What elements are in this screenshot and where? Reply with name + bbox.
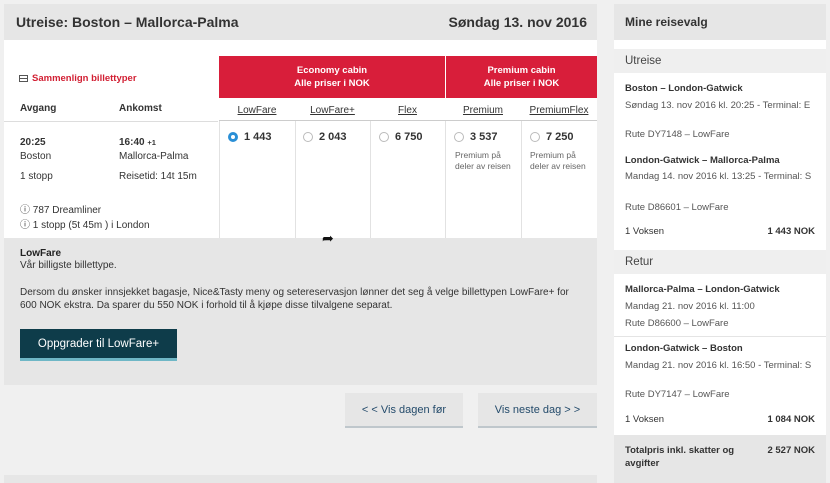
fare-option-lowfare-plus[interactable]: 2 043 — [303, 131, 347, 143]
seg3-flight: Rute D86600 – LowFare — [625, 318, 729, 329]
outbound-summary: 1 Voksen 1 443 NOK — [625, 226, 815, 237]
total-label: Totalpris inkl. skatter og avgifter — [625, 445, 735, 469]
return-label: Retur — [614, 250, 826, 274]
pointer-arrow-icon: ➦ — [322, 230, 334, 246]
stop-info[interactable]: ⓘ 1 stopp (5t 45m ) i London — [20, 216, 150, 231]
fare-price: 7 250 — [546, 131, 574, 143]
fare-header-premium[interactable]: Premium — [445, 98, 521, 121]
return-summary: 1 Voksen 1 084 NOK — [625, 414, 815, 425]
page-title: Utreise: Boston – Mallorca-Palma — [16, 14, 239, 30]
outbound-price: 1 443 NOK — [767, 226, 815, 237]
stops: 1 stopp — [20, 171, 53, 182]
col-sep — [219, 121, 220, 241]
seg2-time: Mandag 14. nov 2016 kl. 13:25 - Terminal… — [625, 171, 812, 182]
divider — [614, 336, 826, 337]
economy-cabin-name: Economy cabin — [296, 65, 368, 76]
radio[interactable] — [530, 132, 540, 142]
economy-cabin-header: Economy cabin Alle priser i NOK — [219, 56, 445, 98]
fare-price: 1 443 — [244, 131, 272, 143]
outbound-header: Utreise: Boston – Mallorca-Palma Søndag … — [4, 4, 597, 40]
seg3-time: Mandag 21. nov 2016 kl. 11:00 — [625, 301, 755, 312]
premium-cabin-sub: Alle priser i NOK — [483, 78, 560, 89]
compare-fares-link[interactable]: Sammenlign billettyper — [19, 73, 137, 84]
return-pax: 1 Voksen — [625, 414, 665, 425]
compare-label: Sammenlign billettyper — [32, 73, 137, 84]
next-day-button[interactable]: Vis neste dag > > — [478, 393, 597, 428]
col-departure: Avgang — [20, 103, 57, 114]
seg4-time: Mandag 21. nov 2016 kl. 16:50 - Terminal… — [625, 360, 812, 371]
seg4-flight: Rute DY7147 – LowFare — [625, 389, 730, 400]
footer-strip — [4, 475, 597, 483]
premiumflex-note: Premium på deler av reisen — [530, 150, 586, 171]
divider — [4, 121, 218, 122]
fare-info-box: LowFare Vår billigste billettype. Dersom… — [4, 238, 597, 385]
col-sep — [370, 121, 371, 241]
fare-price: 2 043 — [319, 131, 347, 143]
total-price: 2 527 NOK — [767, 445, 815, 456]
outbound-pax: 1 Voksen — [625, 226, 665, 237]
radio[interactable] — [454, 132, 464, 142]
col-sep — [295, 121, 296, 241]
aircraft-info[interactable]: ⓘ 787 Dreamliner — [20, 201, 101, 216]
prev-day-button[interactable]: < < Vis dagen før — [345, 393, 463, 428]
dep-city: Boston — [20, 151, 52, 162]
travel-date: Søndag 13. nov 2016 — [448, 14, 588, 30]
premium-cabin-header: Premium cabin Alle priser i NOK — [446, 56, 597, 98]
outbound-label: Utreise — [614, 49, 826, 73]
seg4-route: London-Gatwick – Boston — [625, 343, 743, 354]
return-price: 1 084 NOK — [767, 414, 815, 425]
fare-price: 3 537 — [470, 131, 498, 143]
fare-header-lowfare[interactable]: LowFare — [219, 98, 295, 121]
fare-option-flex[interactable]: 6 750 — [379, 131, 423, 143]
fare-info-subtitle: Vår billigste billettype. — [20, 260, 117, 271]
seg2-flight: Rute D86601 – LowFare — [625, 202, 729, 213]
premium-note: Premium på deler av reisen — [455, 150, 511, 171]
arr-day-offset: +1 — [147, 138, 156, 147]
fare-header-premiumflex[interactable]: PremiumFlex — [521, 98, 597, 121]
seg1-flight: Rute DY7148 – LowFare — [625, 129, 730, 140]
sidebar-title: Mine reisevalg — [614, 4, 826, 40]
col-sep — [521, 121, 522, 241]
fare-info-title: LowFare — [20, 248, 62, 259]
arr-time-value: 16:40 — [119, 137, 145, 148]
fare-price: 6 750 — [395, 131, 423, 143]
seg2-route: London-Gatwick – Mallorca-Palma — [625, 155, 780, 166]
arr-time: 16:40 +1 — [119, 137, 156, 148]
fare-option-lowfare[interactable]: 1 443 — [228, 131, 272, 143]
fare-info-body: Dersom du ønsker innsjekket bagasje, Nic… — [20, 287, 569, 311]
fare-option-premium[interactable]: 3 537 — [454, 131, 498, 143]
upgrade-button[interactable]: Oppgrader til LowFare+ — [20, 329, 177, 361]
trip-summary-sidebar: Mine reisevalg Utreise Boston – London-G… — [614, 4, 826, 483]
duration: Reisetid: 14t 15m — [119, 171, 197, 182]
fare-header-flex[interactable]: Flex — [370, 98, 445, 121]
premium-cabin-name: Premium cabin — [487, 65, 556, 76]
dep-time: 20:25 — [20, 137, 46, 148]
radio[interactable] — [303, 132, 313, 142]
radio-selected[interactable] — [228, 132, 238, 142]
col-sep — [445, 121, 446, 241]
seg1-time: Søndag 13. nov 2016 kl. 20:25 - Terminal… — [625, 100, 811, 111]
seg3-route: Mallorca-Palma – London-Gatwick — [625, 284, 780, 295]
table-icon — [19, 75, 28, 82]
fare-header-lowfare-plus[interactable]: LowFare+ — [295, 98, 370, 121]
col-arrival: Ankomst — [119, 103, 162, 114]
economy-cabin-sub: Alle priser i NOK — [294, 78, 370, 89]
seg1-route: Boston – London-Gatwick — [625, 83, 743, 94]
arr-city: Mallorca-Palma — [119, 151, 189, 162]
fare-option-premiumflex[interactable]: 7 250 — [530, 131, 574, 143]
total-price-box: Totalpris inkl. skatter og avgifter 2 52… — [614, 435, 826, 483]
radio[interactable] — [379, 132, 389, 142]
